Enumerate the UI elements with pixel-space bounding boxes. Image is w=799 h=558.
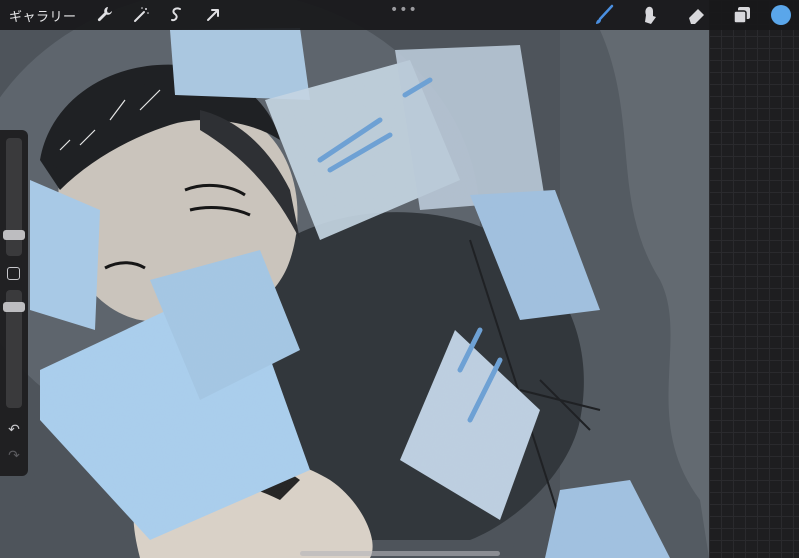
gallery-button[interactable]: ギャラリー — [9, 6, 77, 25]
color-picker-button[interactable] — [771, 5, 791, 25]
actions-button[interactable] — [92, 2, 118, 28]
selection-icon — [170, 7, 181, 22]
eraser-icon — [689, 9, 704, 24]
right-toolbar — [581, 0, 799, 30]
more-options-icon[interactable]: ••• — [390, 2, 418, 18]
selection-button[interactable] — [164, 2, 190, 28]
canvas-surround-grid — [709, 0, 799, 558]
eraser-button[interactable] — [683, 2, 709, 28]
top-toolbar: ギャラリー ••• — [0, 0, 799, 30]
modify-button[interactable] — [7, 267, 20, 280]
layers-button[interactable] — [729, 2, 755, 28]
artwork — [0, 0, 709, 558]
wrench-icon — [97, 7, 112, 22]
brush-button[interactable] — [591, 2, 617, 28]
undo-button[interactable]: ↶ — [6, 422, 22, 438]
transform-button[interactable] — [200, 2, 226, 28]
smudge-icon — [645, 6, 656, 24]
layers-icon — [733, 7, 750, 24]
adjustments-button[interactable] — [128, 2, 154, 28]
magic-wand-icon — [133, 7, 149, 22]
left-sidebar: ↶ ↷ — [0, 130, 28, 476]
opacity-slider-thumb[interactable] — [3, 302, 25, 312]
home-indicator — [300, 551, 500, 556]
brush-size-slider-thumb[interactable] — [3, 230, 25, 240]
brush-icon — [596, 4, 614, 24]
smudge-button[interactable] — [637, 2, 663, 28]
transform-icon — [206, 9, 219, 21]
redo-button[interactable]: ↷ — [6, 448, 22, 464]
drawing-canvas[interactable] — [0, 0, 709, 558]
